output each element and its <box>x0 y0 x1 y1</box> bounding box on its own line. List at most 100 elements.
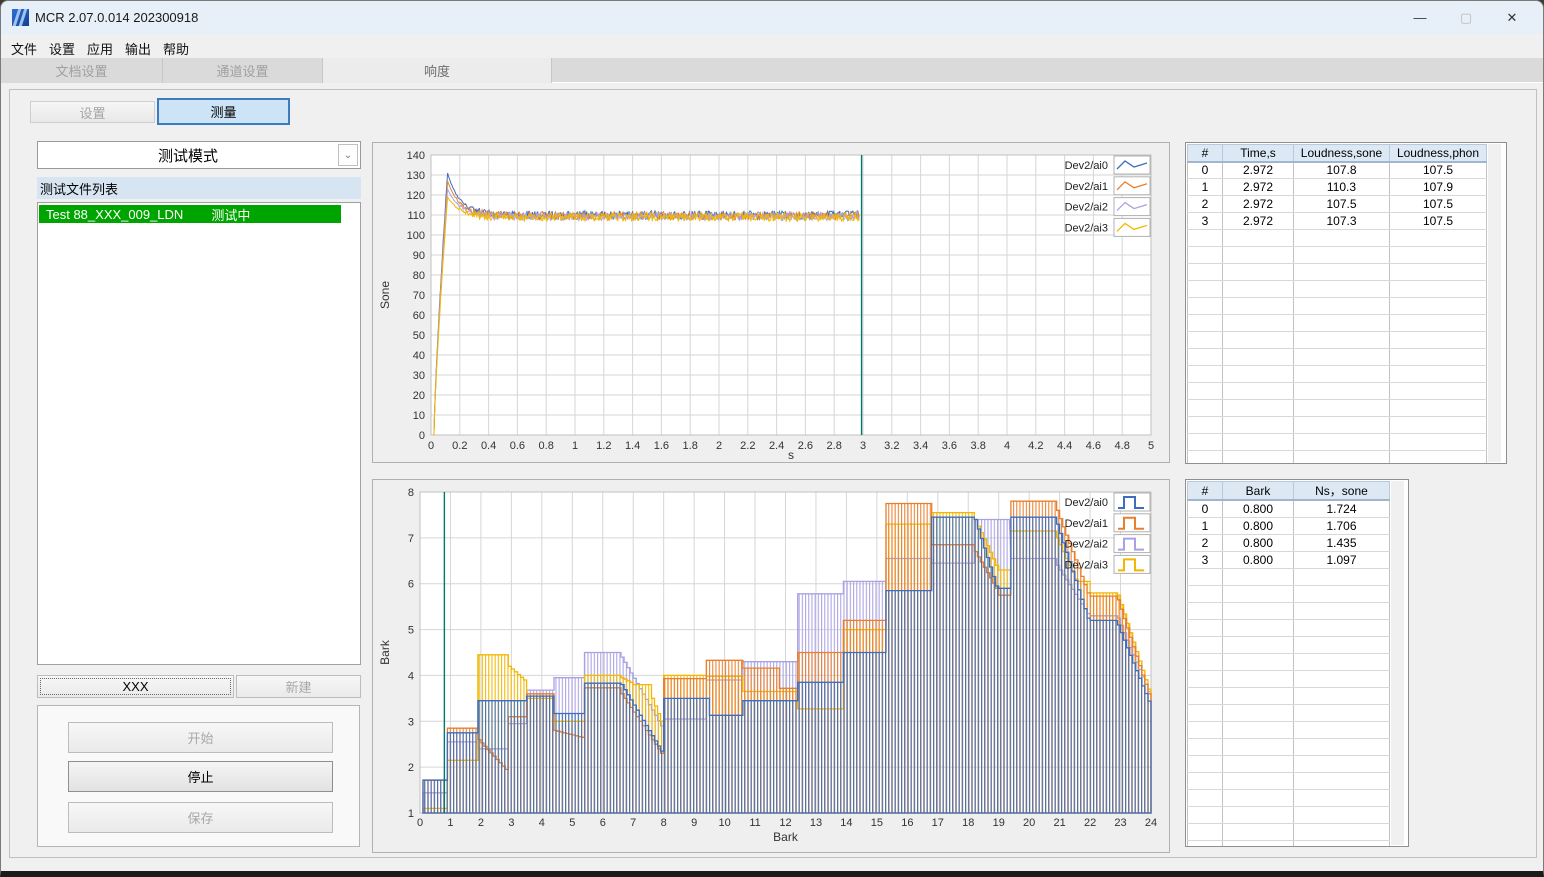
test-mode-select[interactable]: 测试模式 ⌄ <box>37 141 361 169</box>
svg-text:5: 5 <box>408 625 414 637</box>
table-cell <box>1222 297 1294 315</box>
table-row[interactable] <box>1187 399 1487 417</box>
tab-channel-settings[interactable]: 通道设置 <box>163 58 323 83</box>
legend-label: Dev2/ai3 <box>1065 559 1108 571</box>
tab-loudness[interactable]: 响度 <box>323 58 552 83</box>
table-row[interactable] <box>1187 772 1390 790</box>
table-cell <box>1293 382 1390 400</box>
table-cell <box>1389 280 1487 298</box>
table-cell <box>1187 297 1223 315</box>
table-row[interactable]: 2 0.800 1.435 <box>1187 534 1390 552</box>
svg-text:4.4: 4.4 <box>1057 440 1072 452</box>
svg-text:3: 3 <box>508 817 514 829</box>
table-cell <box>1293 416 1390 434</box>
table-row[interactable] <box>1187 721 1390 739</box>
table-row[interactable] <box>1187 331 1487 349</box>
subtab-measure[interactable]: 测量 <box>157 98 290 125</box>
table-row[interactable]: 3 0.800 1.097 <box>1187 551 1390 569</box>
table-row[interactable] <box>1187 840 1390 846</box>
table-row[interactable] <box>1187 653 1390 671</box>
minimize-button[interactable]: — <box>1397 1 1443 34</box>
menu-file[interactable]: 文件 <box>7 37 41 60</box>
svg-text:10: 10 <box>413 410 425 422</box>
table-cell <box>1293 314 1390 332</box>
menu-apply[interactable]: 应用 <box>83 37 117 60</box>
table-row[interactable] <box>1187 755 1390 773</box>
column-header[interactable]: Bark <box>1222 481 1294 501</box>
save-button[interactable]: 保存 <box>68 802 333 833</box>
table-row[interactable] <box>1187 806 1390 824</box>
subtab-settings[interactable]: 设置 <box>30 101 155 123</box>
table-row[interactable] <box>1187 636 1390 654</box>
start-button[interactable]: 开始 <box>68 722 333 753</box>
svg-text:6: 6 <box>600 817 606 829</box>
table-cell <box>1187 365 1223 383</box>
test-file-list[interactable]: Test 88_XXX_009_LDN 测试中 <box>37 202 361 665</box>
table-cell <box>1187 704 1223 722</box>
table-row[interactable] <box>1187 704 1390 722</box>
table-row[interactable] <box>1187 823 1390 841</box>
svg-text:4: 4 <box>539 817 545 829</box>
table-row[interactable] <box>1187 789 1390 807</box>
table-cell <box>1222 348 1294 366</box>
svg-text:0: 0 <box>417 817 423 829</box>
new-button[interactable]: 新建 <box>236 675 361 698</box>
table-cell <box>1187 568 1223 586</box>
column-header[interactable]: # <box>1187 144 1223 163</box>
table-cell <box>1222 653 1294 671</box>
table-row[interactable]: 1 2.972 110.3 107.9 <box>1187 178 1487 196</box>
table-row[interactable]: 1 0.800 1.706 <box>1187 517 1390 535</box>
table-row[interactable] <box>1187 382 1487 400</box>
column-header[interactable]: # <box>1187 481 1223 501</box>
table-row[interactable] <box>1187 314 1487 332</box>
table-row[interactable] <box>1187 738 1390 756</box>
tab-document-settings[interactable]: 文档设置 <box>1 58 163 83</box>
svg-text:5: 5 <box>569 817 575 829</box>
menu-settings[interactable]: 设置 <box>45 37 79 60</box>
list-item[interactable]: Test 88_XXX_009_LDN 测试中 <box>39 205 341 223</box>
table-cell <box>1187 687 1223 705</box>
table-row[interactable] <box>1187 416 1487 434</box>
table-cell <box>1293 348 1390 366</box>
menu-help[interactable]: 帮助 <box>159 37 193 60</box>
table-cell <box>1293 840 1390 846</box>
table-row[interactable] <box>1187 297 1487 315</box>
stop-button[interactable]: 停止 <box>68 761 333 792</box>
table-row[interactable] <box>1187 568 1390 586</box>
table-row[interactable] <box>1187 280 1487 298</box>
table-row[interactable]: 2 2.972 107.5 107.5 <box>1187 195 1487 213</box>
table-row[interactable] <box>1187 670 1390 688</box>
table-row[interactable]: 3 2.972 107.3 107.5 <box>1187 212 1487 230</box>
table-row[interactable] <box>1187 365 1487 383</box>
table-row[interactable] <box>1187 450 1487 463</box>
table-row[interactable] <box>1187 687 1390 705</box>
xxx-button[interactable]: XXX <box>37 675 234 698</box>
table-row[interactable] <box>1187 229 1487 247</box>
svg-text:3.6: 3.6 <box>942 440 957 452</box>
table-cell <box>1187 840 1223 846</box>
column-header[interactable]: Time,s <box>1222 144 1294 163</box>
table-row[interactable]: 0 2.972 107.8 107.5 <box>1187 161 1487 179</box>
column-header[interactable]: Loudness,phon <box>1389 144 1487 163</box>
table-cell <box>1222 823 1294 841</box>
table-cell <box>1187 331 1223 349</box>
chevron-down-icon[interactable]: ⌄ <box>338 144 358 166</box>
column-header[interactable]: Loudness,sone <box>1293 144 1390 163</box>
table-row[interactable]: 0 0.800 1.724 <box>1187 500 1390 518</box>
table-row[interactable] <box>1187 263 1487 281</box>
close-button[interactable]: ✕ <box>1489 1 1535 34</box>
svg-text:0.8: 0.8 <box>539 440 554 452</box>
table-row[interactable] <box>1187 348 1487 366</box>
column-header[interactable]: Ns，sone <box>1293 481 1390 501</box>
svg-text:3: 3 <box>408 716 414 728</box>
menu-output[interactable]: 输出 <box>121 37 155 60</box>
table-row[interactable] <box>1187 619 1390 637</box>
table-row[interactable] <box>1187 602 1390 620</box>
table-row[interactable] <box>1187 433 1487 451</box>
svg-text:Sone: Sone <box>378 281 392 309</box>
table-row[interactable] <box>1187 246 1487 264</box>
maximize-button[interactable]: ▢ <box>1443 1 1489 34</box>
table-cell <box>1222 568 1294 586</box>
table-row[interactable] <box>1187 585 1390 603</box>
table-cell: 0.800 <box>1222 551 1294 569</box>
